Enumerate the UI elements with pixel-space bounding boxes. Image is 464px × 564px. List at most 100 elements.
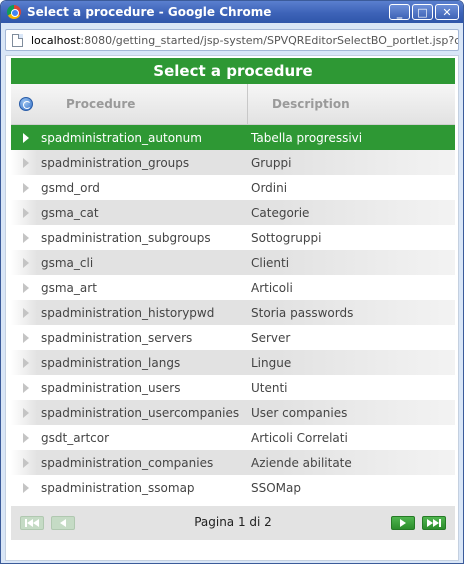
next-page-button[interactable] <box>391 516 415 530</box>
row-arrow-icon <box>22 332 29 343</box>
row-selector[interactable] <box>11 207 40 218</box>
description-cell: Utenti <box>251 380 288 395</box>
column-header-description[interactable]: Description <box>248 84 455 124</box>
row-arrow-icon <box>22 407 29 418</box>
row-arrow-icon <box>22 232 29 243</box>
description-cell: Gruppi <box>251 155 292 170</box>
row-arrow-icon <box>22 307 29 318</box>
procedure-cell: spadministration_companies <box>41 455 214 470</box>
row-arrow-icon <box>22 457 29 468</box>
description-cell: Clienti <box>251 255 290 270</box>
grid-rows: spadministration_autonum Tabella progress… <box>11 125 455 500</box>
table-row[interactable]: spadministration_companies Aziende abilit… <box>11 450 455 475</box>
procedure-cell: gsma_cat <box>41 205 99 220</box>
table-row[interactable]: gsma_art Articoli <box>11 275 455 300</box>
minimize-button[interactable]: _ <box>389 4 410 20</box>
procedure-cell: spadministration_usercompanies <box>41 405 240 420</box>
row-selector[interactable] <box>11 182 40 193</box>
title-bar[interactable]: Select a procedure - Google Chrome _ □ ✕ <box>1 1 463 23</box>
address-bar[interactable]: localhost:8080/getting_started/jsp-syste… <box>5 29 459 51</box>
description-cell: Storia passwords <box>251 305 354 320</box>
row-selector[interactable] <box>11 407 40 418</box>
row-selector[interactable] <box>11 432 40 443</box>
procedure-cell: spadministration_subgroups <box>41 230 211 245</box>
table-row[interactable]: spadministration_subgroups Sottogruppi <box>11 225 455 250</box>
table-row[interactable]: spadministration_users Utenti <box>11 375 455 400</box>
table-row[interactable]: spadministration_usercompanies User compa… <box>11 400 455 425</box>
close-button[interactable]: ✕ <box>435 4 459 20</box>
description-cell: Lingue <box>251 355 292 370</box>
table-row[interactable]: spadministration_langs Lingue <box>11 350 455 375</box>
procedure-cell: gsma_art <box>41 280 97 295</box>
grid-header: Procedure Description <box>11 84 455 125</box>
procedure-cell: spadministration_historypwd <box>41 305 215 320</box>
row-selector[interactable] <box>11 257 40 268</box>
row-arrow-icon <box>22 132 29 143</box>
row-arrow-icon <box>22 357 29 368</box>
column-header-procedure[interactable]: Procedure <box>40 84 248 124</box>
row-arrow-icon <box>22 432 29 443</box>
row-arrow-icon <box>22 157 29 168</box>
page-indicator: Pagina 1 di 2 <box>194 515 272 529</box>
procedure-cell: gsmd_ord <box>41 180 100 195</box>
table-row[interactable]: gsma_cat Categorie <box>11 200 455 225</box>
row-selector[interactable] <box>11 332 40 343</box>
page-content: Select a procedure Procedure Description… <box>5 55 459 561</box>
description-cell: Aziende abilitate <box>251 455 352 470</box>
row-selector[interactable] <box>11 457 40 468</box>
row-arrow-icon <box>22 382 29 393</box>
row-selector[interactable] <box>11 357 40 368</box>
row-arrow-icon <box>22 257 29 268</box>
procedure-cell: gsdt_artcor <box>41 430 110 445</box>
table-row[interactable]: gsma_cli Clienti <box>11 250 455 275</box>
url-text[interactable]: localhost:8080/getting_started/jsp-syste… <box>31 33 459 47</box>
description-cell: Categorie <box>251 205 310 220</box>
row-arrow-icon <box>22 482 29 493</box>
row-arrow-icon <box>22 207 29 218</box>
table-row[interactable]: spadministration_historypwd Storia passwo… <box>11 300 455 325</box>
description-cell: Server <box>251 330 291 345</box>
table-row[interactable]: spadministration_ssomap SSOMap <box>11 475 455 500</box>
row-selector[interactable] <box>11 232 40 243</box>
last-page-button[interactable] <box>422 516 446 530</box>
row-arrow-icon <box>22 182 29 193</box>
table-row[interactable]: gsmd_ord Ordini <box>11 175 455 200</box>
refresh-button[interactable] <box>11 84 40 124</box>
procedure-cell: spadministration_autonum <box>41 130 202 145</box>
table-row[interactable]: spadministration_autonum Tabella progress… <box>11 125 455 150</box>
procedure-cell: spadministration_groups <box>41 155 190 170</box>
table-row[interactable]: spadministration_groups Gruppi <box>11 150 455 175</box>
row-selector[interactable] <box>11 132 40 143</box>
pager: Pagina 1 di 2 <box>11 506 455 540</box>
dialog-title: Select a procedure <box>11 58 455 84</box>
table-row[interactable]: gsdt_artcor Articoli Correlati <box>11 425 455 450</box>
row-selector[interactable] <box>11 157 40 168</box>
table-row[interactable]: spadministration_servers Server <box>11 325 455 350</box>
description-cell: Articoli <box>251 280 293 295</box>
row-selector[interactable] <box>11 382 40 393</box>
window-title: Select a procedure - Google Chrome <box>27 5 272 19</box>
page-icon <box>12 33 23 47</box>
procedure-cell: spadministration_ssomap <box>41 480 195 495</box>
description-cell: SSOMap <box>251 480 302 495</box>
procedure-cell: gsma_cli <box>41 255 94 270</box>
procedure-cell: spadministration_servers <box>41 330 193 345</box>
row-selector[interactable] <box>11 307 40 318</box>
description-cell: Tabella progressivi <box>251 130 363 145</box>
description-cell: User companies <box>251 405 348 420</box>
row-arrow-icon <box>22 282 29 293</box>
procedure-cell: spadministration_users <box>41 380 181 395</box>
url-host: localhost <box>31 33 81 47</box>
browser-window: Select a procedure - Google Chrome _ □ ✕… <box>0 0 464 564</box>
procedure-grid: Procedure Description spadministration_a… <box>11 84 455 500</box>
row-selector[interactable] <box>11 482 40 493</box>
url-path: :8080/getting_started/jsp-system/SPVQREd… <box>80 33 459 47</box>
maximize-button[interactable]: □ <box>412 4 433 20</box>
description-cell: Ordini <box>251 180 288 195</box>
window-controls: _ □ ✕ <box>389 4 459 20</box>
description-cell: Sottogruppi <box>251 230 322 245</box>
row-selector[interactable] <box>11 282 40 293</box>
last-page-icon <box>439 519 441 527</box>
next-page-icon <box>400 519 406 527</box>
description-cell: Articoli Correlati <box>251 430 348 445</box>
